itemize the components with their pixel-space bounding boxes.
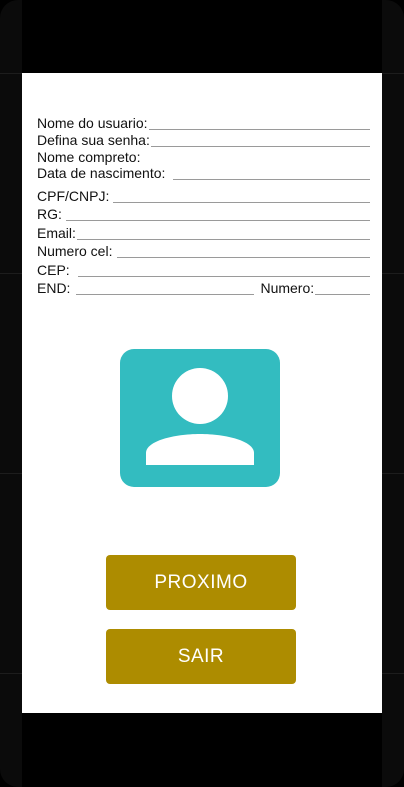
birthdate-row: Data de nascimento: <box>37 164 370 180</box>
person-icon <box>146 368 254 465</box>
number-field[interactable] <box>315 280 370 295</box>
navigation-bar <box>22 713 382 787</box>
username-label: Nome do usuario: <box>37 114 148 131</box>
next-button[interactable]: PROXIMO <box>106 555 296 610</box>
email-label: Email: <box>37 224 76 241</box>
rg-field[interactable] <box>65 206 370 221</box>
exit-button[interactable]: SAIR <box>106 629 296 684</box>
rg-label: RG: <box>37 206 62 222</box>
cpf-field[interactable] <box>113 188 370 203</box>
phone-frame: Nome do usuario: Defina sua senha: Nome … <box>0 0 404 787</box>
address-field[interactable] <box>76 280 255 295</box>
address-row: END: Numero: <box>37 277 370 296</box>
birthdate-label: Data de nascimento: <box>37 164 166 181</box>
address-label: END: <box>37 280 71 296</box>
cpf-row: CPF/CNPJ: <box>37 180 370 203</box>
cep-field[interactable] <box>77 262 370 277</box>
email-field[interactable] <box>76 225 370 240</box>
phone-row: Numero cel: <box>37 240 370 259</box>
username-field[interactable] <box>148 115 370 130</box>
registration-screen: Nome do usuario: Defina sua senha: Nome … <box>22 73 382 713</box>
rg-row: RG: <box>37 203 370 222</box>
phone-field[interactable] <box>117 243 370 258</box>
birthdate-field[interactable] <box>173 165 370 180</box>
registration-form: Nome do usuario: Defina sua senha: Nome … <box>37 111 370 295</box>
cep-row: CEP: <box>37 258 370 277</box>
username-row: Nome do usuario: <box>37 111 370 130</box>
cpf-label: CPF/CNPJ: <box>37 187 110 204</box>
fullname-row: Nome compreto: <box>37 147 370 164</box>
email-row: Email: <box>37 221 370 240</box>
phone-label: Numero cel: <box>37 243 113 259</box>
cep-label: CEP: <box>37 261 70 278</box>
number-label: Numero: <box>260 280 315 296</box>
password-field[interactable] <box>150 132 370 147</box>
password-row: Defina sua senha: <box>37 130 370 147</box>
profile-photo-button[interactable] <box>120 349 280 487</box>
password-label: Defina sua senha: <box>37 131 150 148</box>
status-bar <box>22 0 382 73</box>
fullname-label: Nome compreto: <box>37 148 141 165</box>
